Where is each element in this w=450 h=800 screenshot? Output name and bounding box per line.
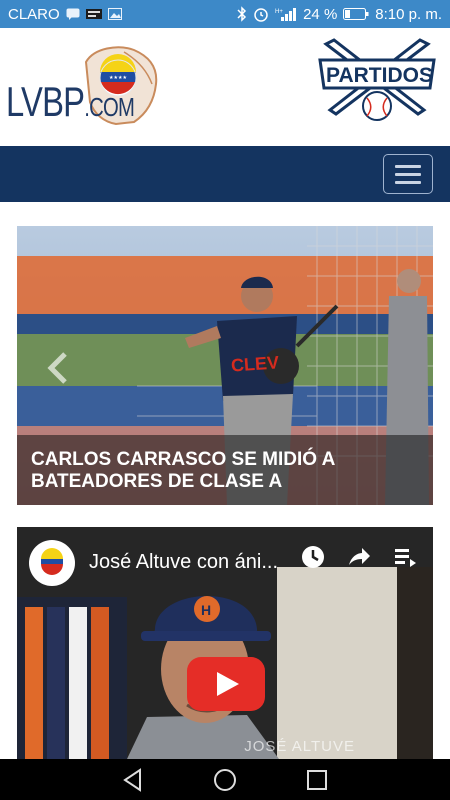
partidos-button[interactable]: PARTIDOS xyxy=(318,38,436,122)
gallery-icon xyxy=(107,8,122,20)
logo-domain: .COM xyxy=(84,92,135,122)
youtube-video-embed[interactable]: H José Altuve con áni... JOSÉ ALTUVE xyxy=(17,527,433,759)
menu-bar-icon xyxy=(395,172,421,176)
signal-icon: H+ xyxy=(275,6,297,22)
lvbp-logo[interactable]: ★★★★ LVBP.COM xyxy=(6,44,161,134)
carousel-prev-button[interactable] xyxy=(45,350,73,386)
share-icon[interactable] xyxy=(347,545,371,574)
message-icon xyxy=(66,8,80,20)
back-icon[interactable] xyxy=(120,767,146,793)
alarm-icon xyxy=(253,6,269,22)
home-icon[interactable] xyxy=(212,767,238,793)
partidos-label: PARTIDOS xyxy=(326,64,433,87)
svg-text:H: H xyxy=(201,602,211,618)
menu-bar-icon xyxy=(395,164,421,168)
playlist-icon[interactable] xyxy=(393,545,417,574)
news-icon xyxy=(85,8,102,20)
jersey-text: CLEV xyxy=(230,352,280,376)
navbar xyxy=(0,146,450,202)
news-carousel[interactable]: CLEV CARLOS CARRASCO SE MIDIÓ A BATEADOR… xyxy=(17,226,433,505)
video-watermark: JOSÉ ALTUVE xyxy=(244,738,355,755)
status-bar: CLARO H+ 24 % 8:10 p. m. xyxy=(0,0,450,28)
news-headline[interactable]: CARLOS CARRASCO SE MIDIÓ A BATEADORES DE… xyxy=(31,449,421,493)
battery-percent: 24 % xyxy=(303,5,338,23)
watch-later-icon[interactable] xyxy=(301,545,325,574)
android-nav-bar xyxy=(0,759,450,800)
bluetooth-icon xyxy=(237,6,247,22)
menu-bar-icon xyxy=(395,180,421,184)
logo-text: LVBP.COM xyxy=(6,78,135,126)
channel-avatar[interactable] xyxy=(29,540,75,586)
carrier-label: CLARO xyxy=(8,5,60,23)
battery-icon xyxy=(343,7,369,21)
recents-icon[interactable] xyxy=(304,767,330,793)
video-top-controls xyxy=(301,545,417,574)
hamburger-menu-button[interactable] xyxy=(383,154,433,194)
svg-text:H+: H+ xyxy=(275,9,283,15)
site-header: ★★★★ LVBP.COM PARTIDOS xyxy=(0,28,450,146)
logo-lvbp: LVBP xyxy=(6,78,85,125)
play-button[interactable] xyxy=(187,657,265,711)
video-title[interactable]: José Altuve con áni... xyxy=(89,551,278,574)
clock: 8:10 p. m. xyxy=(375,5,442,23)
